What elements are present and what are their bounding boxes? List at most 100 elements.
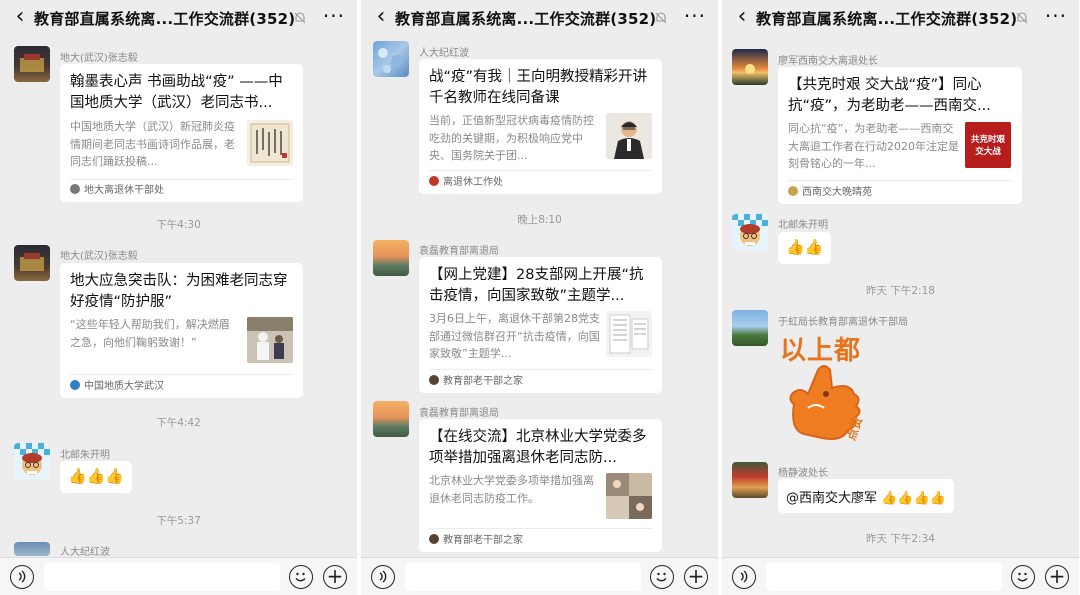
sender-name: 地大(武汉)张志毅 <box>60 251 138 262</box>
sender-name: 北邮朱开明 <box>778 220 828 231</box>
sender-name: 杨静波处长 <box>778 468 828 479</box>
input-bar: + <box>361 557 718 595</box>
article-card[interactable]: 【在线交流】北京林业大学党委多项举措加强离退休老同志防... 北京林业大学党委多… <box>419 419 662 552</box>
article-desc: 北京林业大学党委多项举措加强离退休老同志防疫工作。 <box>429 474 594 505</box>
timestamp: 下午5:37 <box>156 515 201 527</box>
article-source: 教育部老干部之家 <box>429 531 523 546</box>
back-arrow-icon[interactable]: ‹ <box>10 4 30 30</box>
avatar[interactable] <box>14 443 50 479</box>
voice-icon[interactable] <box>371 565 395 589</box>
svg-text:交大战: 交大战 <box>975 146 1001 157</box>
article-thumbnail <box>247 120 293 166</box>
sender-name: 袁磊教育部离退局 <box>419 408 499 419</box>
avatar[interactable] <box>373 240 409 276</box>
article-thumbnail <box>606 113 652 159</box>
card-divider <box>429 528 652 529</box>
source-logo-icon <box>429 533 439 544</box>
article-card[interactable]: 地大应急突击队：为困难老同志穿好疫情“防护服” “这些年轻人帮助我们，解决燃眉之… <box>60 263 303 398</box>
emoji-icon[interactable] <box>1011 565 1035 589</box>
group-title: 教育部直属系统离...工作交流群(352) <box>34 10 296 28</box>
sender-name: 人大纪红波 <box>60 547 110 558</box>
message-input[interactable] <box>766 563 1002 591</box>
card-divider <box>70 179 293 180</box>
article-thumbnail <box>606 311 652 357</box>
emoji-icon[interactable] <box>650 565 674 589</box>
message-input[interactable] <box>405 563 641 591</box>
source-logo-icon <box>429 175 439 186</box>
plus-icon[interactable]: + <box>684 565 708 589</box>
chat-panel-2: ‹ 教育部直属系统离...工作交流群(352) ··· 人大纪红波 战“疫”有我… <box>361 0 718 595</box>
plus-icon[interactable]: + <box>323 565 347 589</box>
card-divider <box>788 180 1012 181</box>
voice-icon[interactable] <box>732 565 756 589</box>
text-bubble[interactable]: @西南交大廖军 👍👍👍👍 <box>778 479 954 513</box>
sender-name: 袁磊教育部离退局 <box>419 246 499 257</box>
sender-name: 北邮朱开明 <box>60 450 110 461</box>
top-bar: ‹ 教育部直属系统离...工作交流群(352) ··· <box>361 0 718 36</box>
avatar[interactable] <box>732 462 768 498</box>
source-name: 教育部老干部之家 <box>443 535 523 546</box>
avatar[interactable] <box>732 310 768 346</box>
more-dots-icon[interactable]: ··· <box>323 4 345 28</box>
message-input[interactable] <box>44 563 280 591</box>
avatar[interactable] <box>14 245 50 281</box>
message-text: @西南交大廖军 👍👍👍👍 <box>786 491 946 506</box>
avatar[interactable] <box>14 46 50 82</box>
more-dots-icon[interactable]: ··· <box>1045 4 1067 28</box>
sender-name: 人大纪红波 <box>419 48 469 59</box>
emoji-icon[interactable] <box>289 565 313 589</box>
mute-bell-icon <box>655 12 667 24</box>
stage: ‹ 教育部直属系统离...工作交流群(352) ··· 地大(武汉)张志毅 翰墨… <box>0 0 1080 595</box>
more-dots-icon[interactable]: ··· <box>684 4 706 28</box>
card-divider <box>70 374 293 375</box>
thumbs-up-emoji: 👍👍 <box>786 238 824 256</box>
back-arrow-icon[interactable]: ‹ <box>371 4 391 30</box>
card-divider <box>429 170 652 171</box>
text-bubble[interactable]: 👍👍👍 <box>60 461 133 493</box>
article-title: 【共克时艰 交大战“疫”】同心抗“疫”，为老助老——西南交... <box>788 77 991 114</box>
timestamp: 昨天 下午2:34 <box>866 533 935 545</box>
source-logo-icon <box>429 374 439 385</box>
group-title: 教育部直属系统离...工作交流群(352) <box>756 10 1018 28</box>
text-bubble[interactable]: 👍👍 <box>778 232 832 264</box>
sender-name: 于虹局长教育部离退休干部局 <box>778 317 908 328</box>
timestamp: 下午4:30 <box>156 219 201 231</box>
timestamp: 昨天 下午2:18 <box>866 285 935 297</box>
article-card[interactable]: 【网上党建】28支部网上开展“抗击疫情，向国家致敬”主题学... 3月6日上午，… <box>419 257 662 393</box>
article-title: 【网上党建】28支部网上开展“抗击疫情，向国家致敬”主题学... <box>429 267 644 304</box>
sticker[interactable]: 以上都 点赞 <box>778 328 874 454</box>
article-source: 教育部老干部之家 <box>429 372 523 387</box>
chat-panel-1: ‹ 教育部直属系统离...工作交流群(352) ··· 地大(武汉)张志毅 翰墨… <box>0 0 357 595</box>
avatar[interactable] <box>14 542 50 556</box>
top-bar: ‹ 教育部直属系统离...工作交流群(352) ··· <box>722 0 1079 36</box>
timestamp: 下午4:42 <box>156 417 201 429</box>
avatar[interactable] <box>373 41 409 77</box>
source-name: 西南交大晚晴苑 <box>802 187 872 198</box>
article-thumbnail <box>247 317 293 363</box>
plus-icon[interactable]: + <box>1045 565 1069 589</box>
article-source: 离退休工作处 <box>429 173 503 188</box>
avatar[interactable] <box>732 214 768 250</box>
mute-bell-icon <box>1016 12 1028 24</box>
source-logo-icon <box>788 185 798 196</box>
back-arrow-icon[interactable]: ‹ <box>732 4 752 30</box>
input-bar: + <box>722 557 1079 595</box>
input-bar: + <box>0 557 357 595</box>
source-name: 中国地质大学武汉 <box>84 381 164 392</box>
article-card[interactable]: 翰墨表心声 书画助战“疫” ——中国地质大学（武汉）老同志书... 中国地质大学… <box>60 64 303 202</box>
top-bar: ‹ 教育部直属系统离...工作交流群(352) ··· <box>0 0 357 36</box>
article-thumbnail: 共克时艰 交大战 <box>965 122 1011 168</box>
voice-icon[interactable] <box>10 565 34 589</box>
sticker-thumbs-up-icon <box>789 365 861 440</box>
avatar[interactable] <box>373 401 409 437</box>
svg-text:共克时艰: 共克时艰 <box>971 134 1006 145</box>
source-name: 离退休工作处 <box>443 177 503 188</box>
article-desc: 当前，正值新型冠状病毒疫情防控吃劲的关键期，为积极响应党中央、国务院关于团... <box>429 114 594 162</box>
avatar[interactable] <box>732 49 768 85</box>
article-desc: “这些年轻人帮助我们，解决燃眉之急，向他们鞠躬致谢！” <box>70 318 230 349</box>
article-thumbnail <box>606 473 652 519</box>
article-card[interactable]: 【共克时艰 交大战“疫”】同心抗“疫”，为老助老——西南交... 同心抗“疫”，… <box>778 67 1022 204</box>
article-card[interactable]: 战“疫”有我｜王向明教授精彩开讲千名教师在线同备课 当前，正值新型冠状病毒疫情防… <box>419 59 662 194</box>
source-name: 地大离退休干部处 <box>84 185 164 196</box>
timestamp: 晚上8:10 <box>517 214 562 226</box>
